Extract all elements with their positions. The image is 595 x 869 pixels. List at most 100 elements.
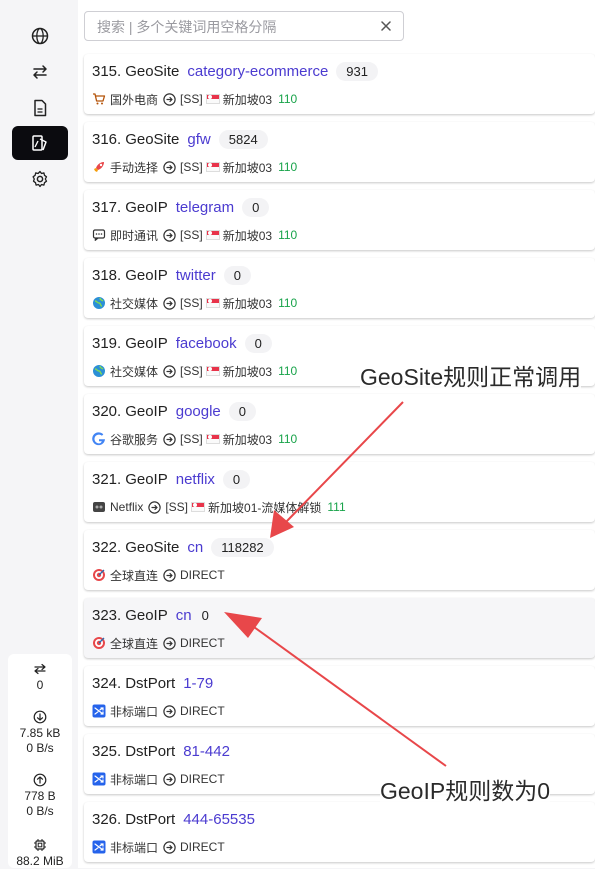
rule-target: Netflix [SS] 新加坡01-流媒体解锁 111	[92, 498, 346, 516]
rule-proxy: [SS]	[180, 296, 203, 310]
search-input[interactable]	[97, 17, 367, 37]
rule-index: 321.	[92, 470, 122, 488]
singapore-flag-icon	[205, 230, 220, 240]
rule-payload: gfw	[187, 130, 211, 148]
rule-card: 323. GeoIP cn 0 全球直连 DIRECT	[84, 598, 595, 658]
rule-card: 315. GeoSite category-ecommerce 931 国外电商 [SS]…	[84, 54, 595, 114]
singapore-flag-icon	[205, 298, 220, 308]
target-icon	[92, 568, 106, 582]
rule-payload: category-ecommerce	[187, 62, 329, 80]
rule-node: 新加坡03	[222, 228, 273, 243]
rule-header: 325. DstPort 81-442	[92, 740, 238, 762]
rule-type: DstPort	[125, 674, 176, 692]
rocket-icon	[92, 160, 106, 174]
nav-logs[interactable]	[12, 91, 68, 125]
rule-card: 316. GeoSite gfw 5824 手动选择 [SS] 新加坡03 110	[84, 122, 595, 182]
singapore-flag-icon	[191, 502, 206, 512]
rule-header: 316. GeoSite gfw 5824	[92, 128, 268, 150]
rule-header: 315. GeoSite category-ecommerce 931	[92, 60, 378, 82]
arrow-right-icon	[163, 772, 176, 786]
netflix-icon	[92, 500, 106, 514]
swap-icon	[34, 663, 46, 675]
sidebar: 0 7.85 kB 0 B/s 778 B 0 B/s 88.2 MiB	[0, 0, 78, 868]
rule-card: 317. GeoIP telegram 0 即时通讯 [SS] 新加坡03 110	[84, 190, 595, 250]
rule-header: 319. GeoIP facebook 0	[92, 332, 272, 354]
upload-icon	[33, 773, 47, 787]
rule-payload: telegram	[175, 198, 235, 216]
rule-target: 国外电商 [SS] 新加坡03 110	[92, 90, 297, 108]
rule-type: GeoIP	[125, 198, 168, 216]
rule-type: DstPort	[125, 810, 176, 828]
rule-target: 社交媒体 [SS] 新加坡03 110	[92, 294, 297, 312]
rule-index: 324.	[92, 674, 122, 692]
rule-proxy: [SS]	[180, 228, 203, 242]
rule-target: 非标端口 DIRECT	[92, 702, 225, 720]
upload-speed: 0 B/s	[26, 804, 54, 818]
nav-proxies[interactable]	[12, 19, 68, 53]
rule-payload: google	[175, 402, 221, 420]
rule-type: GeoIP	[125, 334, 168, 352]
rule-header: 318. GeoIP twitter 0	[92, 264, 251, 286]
rule-delay: 111	[327, 500, 346, 514]
globe-icon	[31, 27, 49, 45]
rule-group: 全球直连	[110, 568, 159, 583]
rule-count-badge: 0	[201, 607, 209, 623]
rule-group: 非标端口	[110, 840, 159, 855]
globe-social-icon	[92, 364, 106, 378]
rule-proxy: DIRECT	[180, 840, 225, 854]
rule-proxy: [SS]	[180, 432, 203, 446]
rule-index: 319.	[92, 334, 122, 352]
rule-type: GeoSite	[125, 62, 180, 80]
rule-payload: 1-79	[183, 674, 214, 692]
arrow-right-icon	[163, 636, 176, 650]
rule-count-badge: 0	[223, 265, 251, 285]
rule-payload: cn	[175, 606, 192, 624]
arrow-right-icon	[163, 432, 176, 446]
rule-delay: 110	[278, 432, 298, 446]
singapore-flag-icon	[205, 366, 220, 376]
rule-index: 325.	[92, 742, 122, 760]
rule-count-badge: 931	[336, 61, 378, 81]
arrow-right-icon	[163, 160, 176, 174]
rule-index: 323.	[92, 606, 122, 624]
close-icon[interactable]	[379, 19, 393, 33]
rule-type: GeoIP	[125, 266, 168, 284]
upload-total: 778 B	[24, 789, 56, 803]
rule-proxy: DIRECT	[180, 704, 225, 718]
rule-proxy: [SS]	[180, 92, 203, 106]
rule-card: 321. GeoIP netflix 0 Netflix [SS] 新加坡01-流媒体解锁 1…	[84, 462, 595, 522]
rule-payload: 81-442	[183, 742, 230, 760]
rule-header: 321. GeoIP netflix 0	[92, 468, 251, 490]
rule-card: 320. GeoIP google 0 谷歌服务 [SS] 新加坡03 110	[84, 394, 595, 454]
rule-group: 全球直连	[110, 636, 159, 651]
nav-settings[interactable]	[12, 162, 68, 196]
rule-count-badge: 0	[244, 333, 272, 353]
rule-proxy: DIRECT	[180, 772, 225, 786]
rule-target: 非标端口 DIRECT	[92, 770, 225, 788]
rule-payload: netflix	[175, 470, 215, 488]
rule-type: GeoSite	[125, 130, 180, 148]
nav-rules[interactable]	[12, 126, 68, 160]
cart-icon	[92, 92, 106, 106]
rule-proxy: [SS]	[180, 364, 203, 378]
rule-group: 社交媒体	[110, 364, 159, 379]
shuffle-icon	[92, 772, 106, 786]
rule-node: 新加坡03	[222, 364, 273, 379]
rule-delay: 110	[278, 228, 298, 242]
rule-card: 324. DstPort 1-79 非标端口 DIRECT	[84, 666, 595, 726]
rule-index: 320.	[92, 402, 122, 420]
rule-payload: twitter	[175, 266, 216, 284]
nav-connections[interactable]	[12, 55, 68, 89]
rule-count-badge: 5824	[218, 129, 268, 149]
search-box	[84, 11, 404, 41]
rule-target: 全球直连 DIRECT	[92, 566, 225, 584]
rule-type: DstPort	[125, 742, 176, 760]
rule-payload: 444-65535	[183, 810, 255, 828]
swap-icon	[33, 65, 47, 79]
connections-stat: 0	[8, 662, 72, 693]
rule-index: 316.	[92, 130, 122, 148]
annotation-geosite: GeoSite规则正常调用	[360, 358, 582, 392]
gear-icon	[32, 170, 48, 188]
rule-index: 315.	[92, 62, 122, 80]
rule-type: GeoIP	[125, 606, 168, 624]
